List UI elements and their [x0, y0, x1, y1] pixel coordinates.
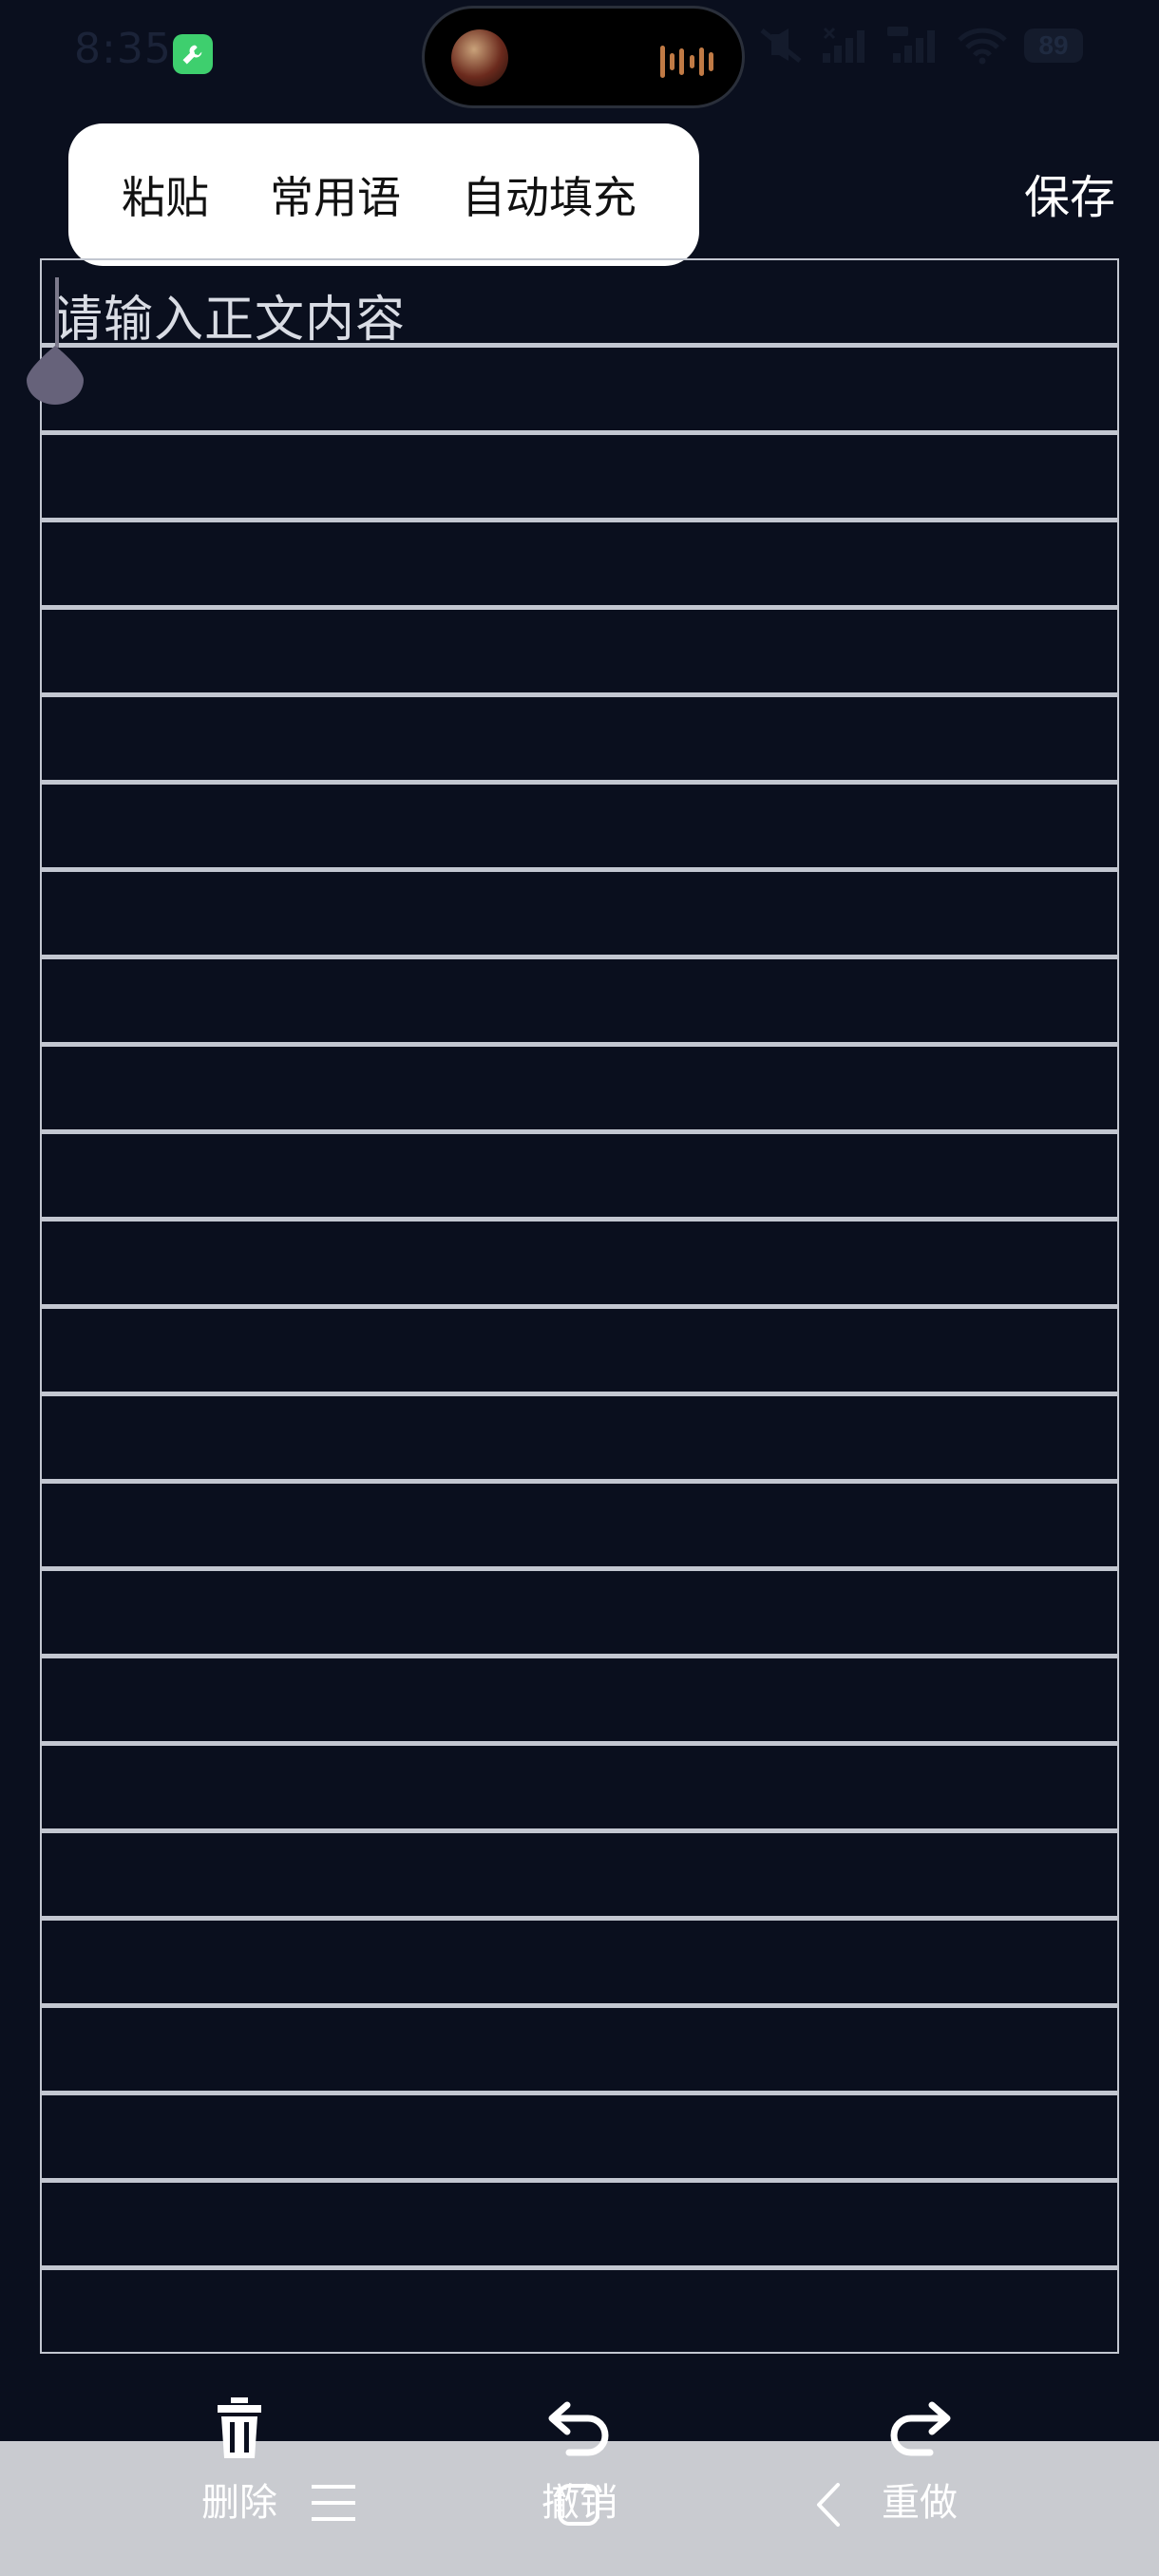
nav-back-icon[interactable] [813, 2481, 842, 2532]
cursor-handle-icon[interactable] [27, 344, 84, 405]
nav-home-icon[interactable] [557, 2483, 600, 2530]
body-text-editor[interactable]: 请输入正文内容 [27, 258, 1119, 2354]
wrench-app-icon [173, 34, 213, 74]
redo-icon [844, 2397, 996, 2460]
status-bar: 8:35 89 [0, 0, 1159, 108]
menu-item-autofill[interactable]: 自动填充 [462, 163, 636, 226]
text-context-menu: 粘贴 常用语 自动填充 [68, 123, 699, 266]
audio-wave-icon [660, 43, 713, 81]
delete-button[interactable]: 删除 [163, 2397, 315, 2527]
nav-menu-icon[interactable] [312, 2483, 355, 2527]
battery-indicator: 89 [1024, 28, 1083, 63]
signal-5g-icon [887, 27, 940, 65]
editor-placeholder: 请输入正文内容 [53, 292, 407, 349]
redo-button[interactable]: 重做 [844, 2397, 996, 2527]
media-artwork-icon [451, 29, 508, 86]
save-button[interactable]: 保存 [1024, 160, 1115, 226]
status-time: 8:35 [74, 25, 172, 73]
mute-icon [758, 27, 804, 65]
delete-label: 删除 [201, 2481, 277, 2525]
signal-sim1-icon [821, 27, 870, 65]
undo-icon [504, 2397, 656, 2460]
text-cursor [55, 277, 59, 348]
status-icons: 89 [758, 27, 1083, 65]
redo-label: 重做 [882, 2481, 958, 2525]
trash-icon [163, 2397, 315, 2460]
dynamic-island[interactable] [422, 6, 745, 108]
menu-item-paste[interactable]: 粘贴 [122, 163, 209, 226]
menu-item-common-phrases[interactable]: 常用语 [270, 163, 401, 226]
wifi-icon [958, 27, 1007, 65]
